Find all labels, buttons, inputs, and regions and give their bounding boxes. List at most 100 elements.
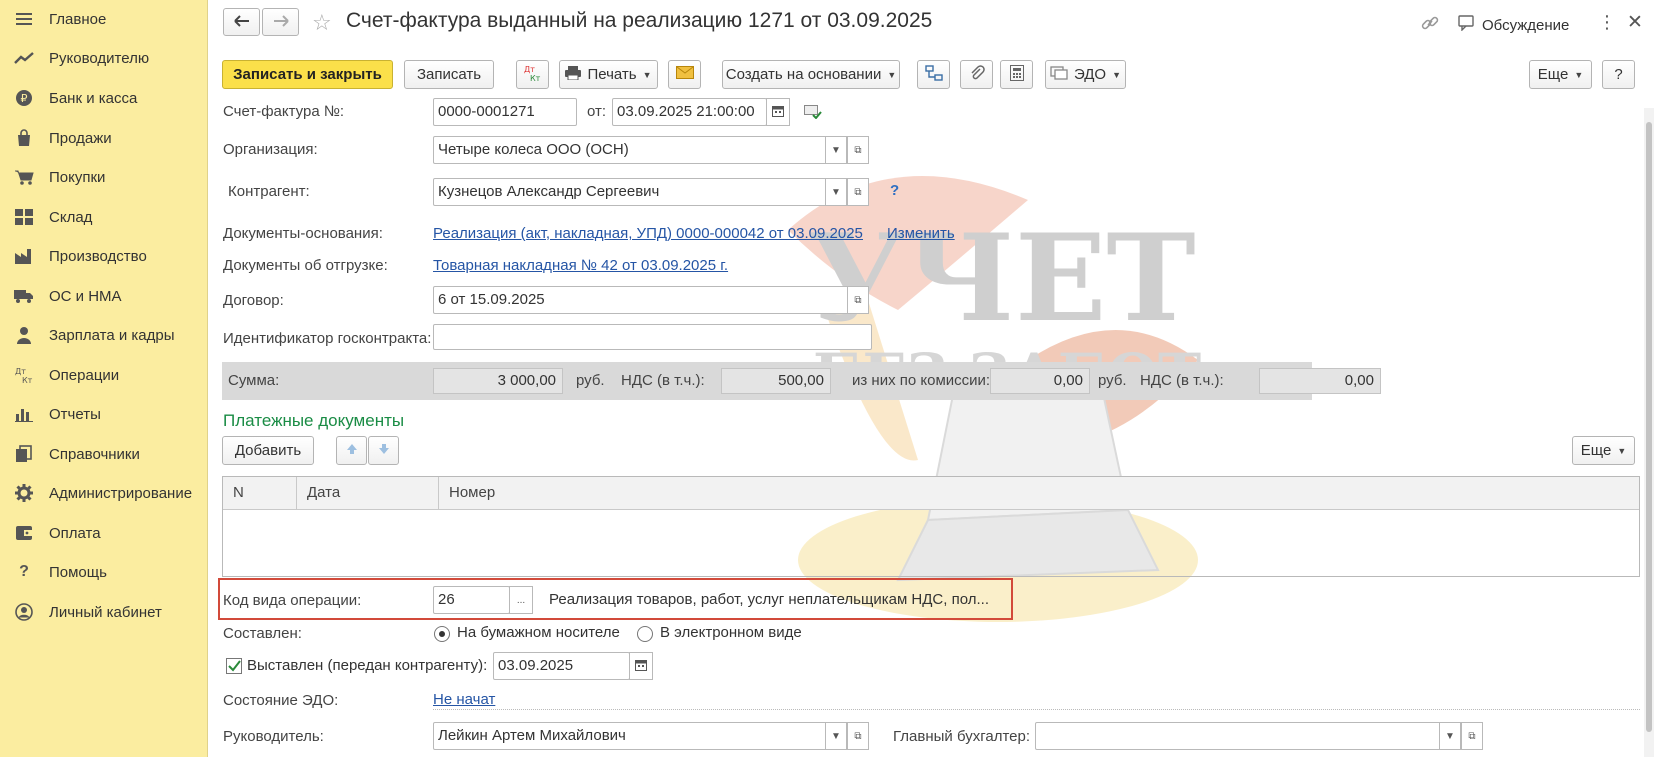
- svg-text:Дт: Дт: [15, 367, 26, 376]
- email-button[interactable]: [668, 60, 701, 89]
- sidebar-item-fixed-assets[interactable]: ОС и НМА: [0, 278, 208, 314]
- sidebar-item-bank[interactable]: ₽ Банк и касса: [0, 80, 208, 116]
- create-based-on-button[interactable]: Создать на основании ▼: [722, 60, 900, 89]
- head-dropdown-button[interactable]: ▼: [825, 722, 847, 750]
- organization-open-button[interactable]: ⧉: [847, 136, 869, 164]
- scrollbar-thumb[interactable]: [1646, 122, 1652, 732]
- print-button[interactable]: Печать ▼: [559, 60, 658, 89]
- column-header-date[interactable]: Дата: [297, 477, 439, 510]
- issued-checkbox[interactable]: [226, 658, 242, 674]
- structure-button[interactable]: [917, 60, 950, 89]
- organization-field[interactable]: Четыре колеса ООО (ОСН): [433, 136, 827, 164]
- page-title: Счет-фактура выданный на реализацию 1271…: [346, 9, 933, 32]
- sum-field: 3 000,00: [433, 368, 563, 394]
- issued-calendar-button[interactable]: [629, 652, 653, 680]
- column-header-number[interactable]: Номер: [439, 477, 1641, 510]
- forward-button[interactable]: [262, 8, 299, 36]
- contract-open-button[interactable]: ⧉: [847, 286, 869, 314]
- link-icon[interactable]: [1420, 13, 1440, 37]
- kebab-menu-icon[interactable]: ⋮: [1598, 12, 1616, 33]
- chief-accountant-field[interactable]: [1035, 722, 1441, 750]
- edo-label: ЭДО: [1073, 66, 1107, 83]
- factory-icon: [14, 246, 34, 266]
- main-panel: УЧЕТ БЕЗ ЗАБОТ ☆ Счет-фактура выданный н…: [208, 0, 1654, 757]
- truck-icon: [14, 286, 34, 306]
- head-field[interactable]: Лейкин Артем Михайлович: [433, 722, 827, 750]
- counterparty-dropdown-button[interactable]: ▼: [825, 178, 847, 206]
- chief-accountant-dropdown-button[interactable]: ▼: [1439, 722, 1461, 750]
- sidebar-item-production[interactable]: Производство: [0, 238, 208, 274]
- paper-radio-label[interactable]: На бумажном носителе: [457, 624, 620, 641]
- invoice-date-field[interactable]: 03.09.2025 21:00:00: [612, 98, 767, 126]
- svg-text:Кт: Кт: [22, 376, 33, 384]
- cart-icon: [14, 167, 34, 187]
- sidebar-item-label: Операции: [49, 366, 120, 384]
- sidebar-item-purchases[interactable]: Покупки: [0, 159, 208, 195]
- chief-accountant-label: Главный бухгалтер:: [893, 728, 1031, 745]
- discussion-label: Обсуждение: [1482, 16, 1570, 34]
- more-button[interactable]: Еще ▼: [1529, 60, 1592, 89]
- calendar-button[interactable]: [766, 98, 790, 126]
- invoice-number-field[interactable]: 0000-0001271: [433, 98, 577, 126]
- calculator-button[interactable]: [1000, 60, 1033, 89]
- electronic-radio-label[interactable]: В электронном виде: [660, 624, 802, 641]
- sidebar-item-account[interactable]: Личный кабинет: [0, 594, 208, 630]
- close-icon[interactable]: ✕: [1627, 11, 1643, 34]
- operation-code-field[interactable]: 26: [433, 586, 510, 614]
- shipping-documents-link[interactable]: Товарная накладная № 42 от 03.09.2025 г.: [433, 257, 728, 274]
- shopping-bag-icon: [14, 128, 34, 148]
- sidebar-item-sales[interactable]: Продажи: [0, 120, 208, 156]
- document-check-icon[interactable]: [804, 105, 822, 123]
- discussion-button[interactable]: Обсуждение: [1458, 15, 1569, 35]
- save-button[interactable]: Записать: [404, 60, 494, 89]
- counterparty-field[interactable]: Кузнецов Александр Сергеевич: [433, 178, 827, 206]
- help-button[interactable]: ?: [1602, 60, 1635, 89]
- sidebar-item-admin[interactable]: Администрирование: [0, 475, 208, 511]
- gov-contract-id-field[interactable]: [433, 324, 872, 350]
- save-and-close-button[interactable]: Записать и закрыть: [222, 60, 393, 89]
- sidebar-item-help[interactable]: ? Помощь: [0, 554, 208, 590]
- payments-table[interactable]: N Дата Номер: [222, 476, 1640, 577]
- sidebar-item-label: Склад: [49, 208, 93, 226]
- issued-date-field[interactable]: 03.09.2025: [493, 652, 630, 680]
- arrow-down-icon: [378, 442, 390, 459]
- sidebar-item-main[interactable]: Главное: [0, 1, 208, 37]
- move-down-button[interactable]: [368, 436, 399, 465]
- edo-state-link[interactable]: Не начат: [433, 691, 495, 708]
- electronic-radio[interactable]: [637, 626, 653, 642]
- operation-code-select-button[interactable]: ...: [509, 586, 533, 614]
- sidebar-item-reports[interactable]: Отчеты: [0, 396, 208, 432]
- payments-more-button[interactable]: Еще ▼: [1572, 436, 1635, 465]
- menu-icon: [14, 9, 34, 29]
- head-open-button[interactable]: ⧉: [847, 722, 869, 750]
- favorite-star-icon[interactable]: ☆: [312, 10, 332, 36]
- move-up-button[interactable]: [336, 436, 367, 465]
- calculator-icon: [1009, 64, 1024, 85]
- sidebar-item-operations[interactable]: Дт Кт Операции: [0, 357, 208, 393]
- dt-kt-button[interactable]: Дт Кт: [516, 60, 549, 89]
- printer-icon: [565, 65, 582, 84]
- edo-button[interactable]: ЭДО ▼: [1045, 60, 1126, 89]
- column-header-n[interactable]: N: [223, 477, 297, 510]
- operation-code-description: Реализация товаров, работ, услуг неплате…: [549, 591, 989, 608]
- change-base-documents-link[interactable]: Изменить: [887, 225, 955, 242]
- back-button[interactable]: [223, 8, 260, 36]
- organization-dropdown-button[interactable]: ▼: [825, 136, 847, 164]
- counterparty-help-icon[interactable]: ?: [890, 182, 899, 199]
- sidebar-item-payment[interactable]: Оплата: [0, 515, 208, 551]
- base-documents-link[interactable]: Реализация (акт, накладная, УПД) 0000-00…: [433, 225, 863, 242]
- counterparty-open-button[interactable]: ⧉: [847, 178, 869, 206]
- sidebar: Главное Руководителю ₽ Банк и касса Прод…: [0, 0, 208, 757]
- sidebar-item-references[interactable]: Справочники: [0, 436, 208, 472]
- chief-accountant-open-button[interactable]: ⧉: [1461, 722, 1483, 750]
- arrow-right-icon: [273, 14, 289, 31]
- sidebar-item-manager[interactable]: Руководителю: [0, 40, 208, 76]
- paper-radio[interactable]: [434, 626, 450, 642]
- attach-button[interactable]: [960, 60, 993, 89]
- sidebar-item-salary[interactable]: Зарплата и кадры: [0, 317, 208, 353]
- issued-label[interactable]: Выставлен (передан контрагенту):: [247, 657, 487, 674]
- sidebar-item-warehouse[interactable]: Склад: [0, 199, 208, 235]
- add-payment-button[interactable]: Добавить: [222, 436, 314, 465]
- contract-field[interactable]: 6 от 15.09.2025: [433, 286, 849, 314]
- sidebar-item-label: Продажи: [49, 129, 112, 147]
